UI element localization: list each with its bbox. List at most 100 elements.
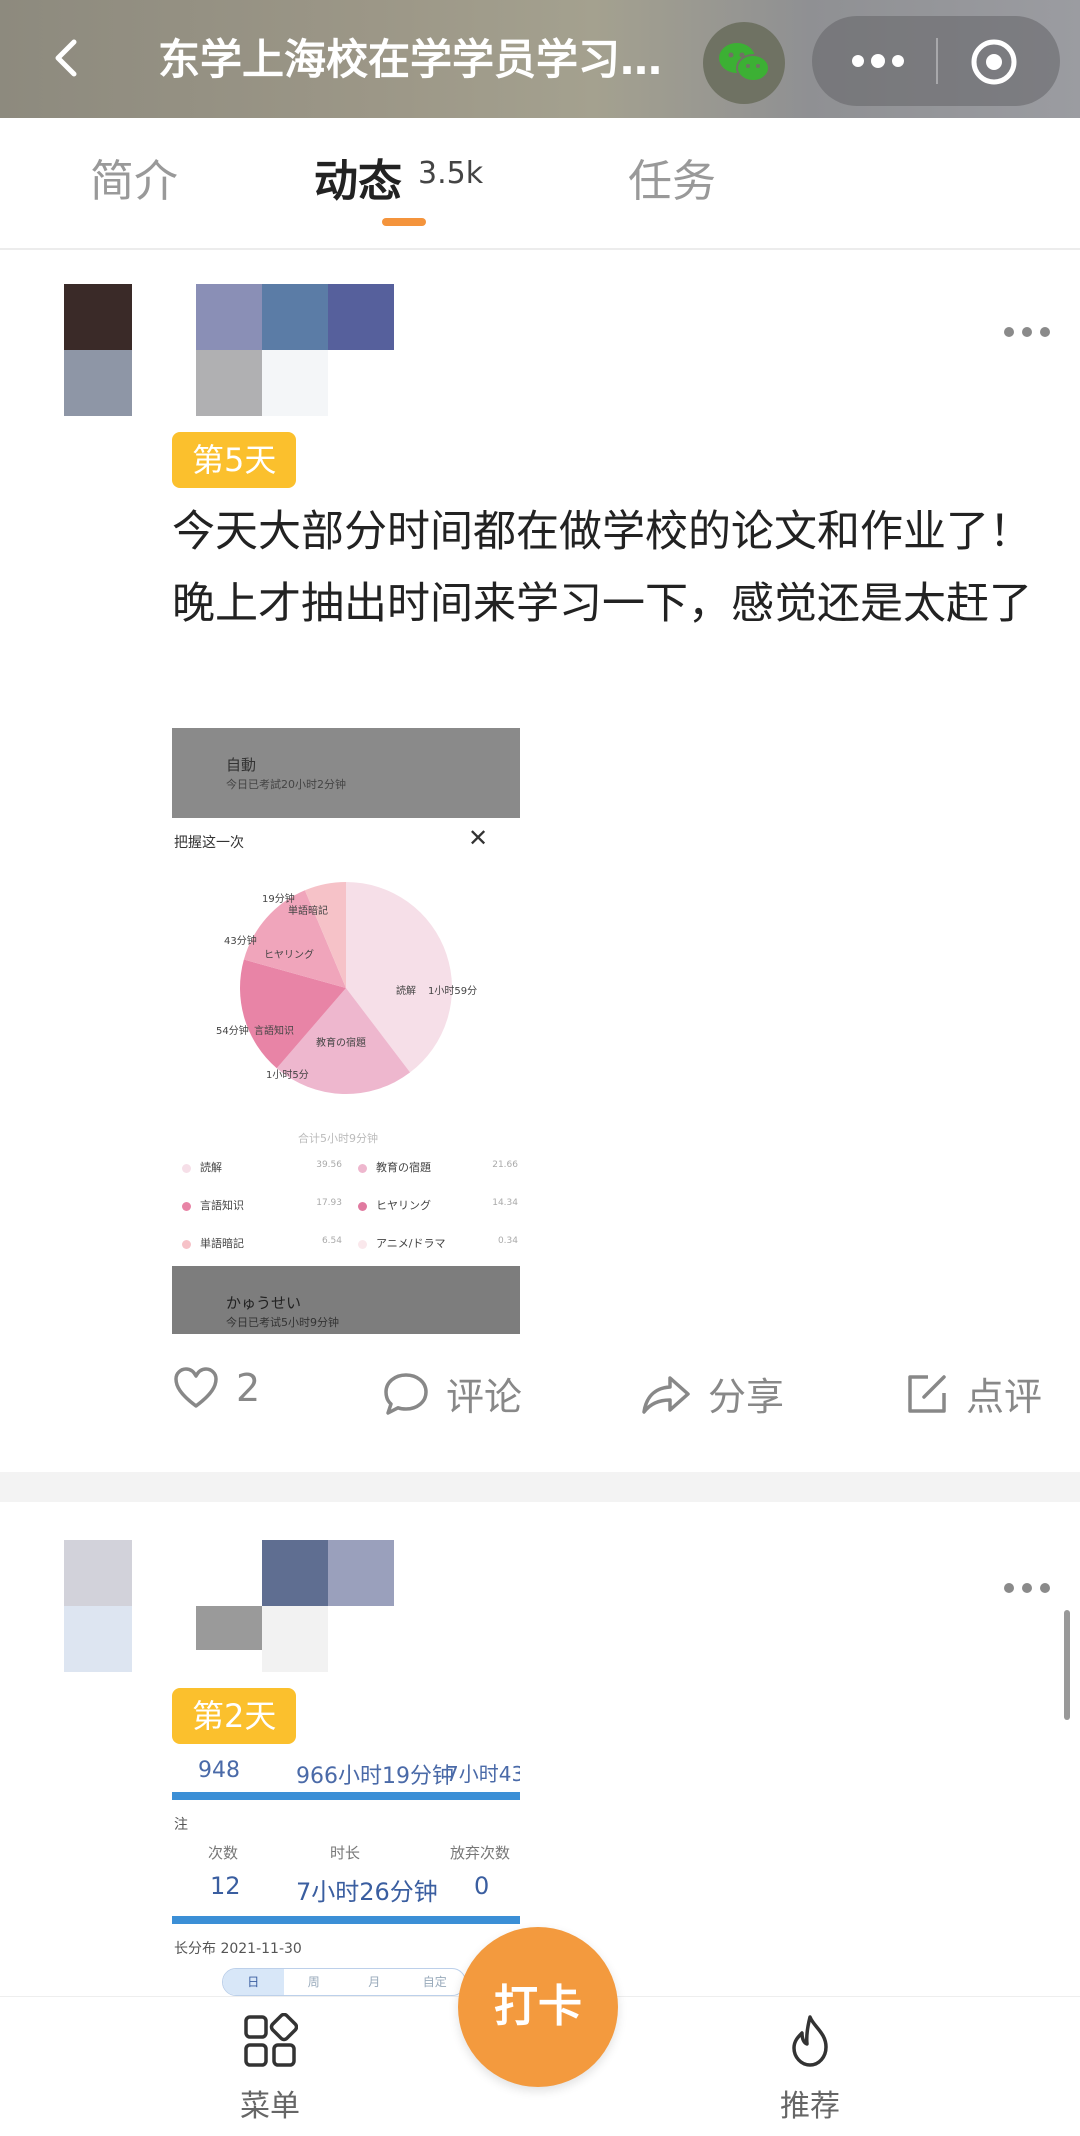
nav-recommend-label: 推荐: [780, 2089, 840, 2124]
share-button[interactable]: 分享: [640, 1366, 784, 1421]
nav-menu[interactable]: 菜单: [200, 2012, 340, 2125]
menu-grid-icon: [244, 2012, 299, 2067]
pie-annotation: 54分钟: [216, 1024, 249, 1037]
target-icon: [971, 39, 1017, 85]
image-header-2: 时长: [330, 1844, 361, 1862]
image-header-3: 放弃次数: [450, 1844, 511, 1862]
legend-dot: [358, 1164, 367, 1173]
legend-name: 読解: [200, 1161, 222, 1174]
wechat-icon: [719, 43, 770, 82]
legend-value: 39.56: [316, 1160, 342, 1170]
legend-value: 0.34: [497, 1236, 518, 1246]
scrollbar[interactable]: [1064, 1610, 1070, 1720]
dot-icon: [1022, 327, 1032, 337]
app-page: 东学上海校在学学员学习… 简介 动态 3.5k 任务 第5天 今天大部分时间都在…: [0, 0, 1080, 2136]
post-more-button[interactable]: [1004, 1578, 1060, 1598]
more-button[interactable]: [848, 45, 908, 77]
image-seg-month: 月: [368, 1975, 381, 1989]
pie-annotation: 単語暗記: [288, 904, 328, 917]
checkin-button[interactable]: 打卡: [458, 1927, 618, 2087]
dot-icon: [1040, 327, 1050, 337]
share-label: 分享: [708, 1375, 785, 1419]
nav-recommend[interactable]: 推荐: [740, 2013, 880, 2125]
dot-icon: [1040, 1583, 1050, 1593]
post-separator: [0, 1472, 1080, 1502]
page-title: 东学上海校在学学员学习…: [158, 35, 663, 84]
pie-annotation: 19分钟: [262, 892, 295, 905]
wechat-button[interactable]: [703, 22, 785, 104]
post-image[interactable]: 自動 今日已考試20小时2分钟 把握这一次 ✕ 19分钟 単語暗記 43分钟 ヒヤリン…: [172, 728, 520, 1334]
image-seg-custom: 自定: [422, 1975, 447, 1989]
username-redacted: [196, 284, 396, 416]
chevron-left-icon: [55, 39, 77, 77]
image-value-1: 12: [210, 1872, 241, 1900]
legend-value: 14.34: [492, 1198, 518, 1208]
like-button[interactable]: 2: [172, 1366, 260, 1410]
pie-annotation: 読解: [396, 984, 416, 997]
image-segmented-control: 日 周 月 自定: [222, 1968, 466, 1996]
image-top-label: 自動: [226, 756, 257, 774]
pie-annotation: 1小时5分: [266, 1069, 309, 1081]
post: 第2天 948 966小时19分钟 7小时43分 注 次数 时长 放弃次数 12…: [0, 1502, 1080, 1996]
post-more-button[interactable]: [1004, 322, 1060, 342]
image-top-sub: 今日已考試20小时2分钟: [226, 778, 346, 791]
legend-item: ヒヤリング 14.34: [358, 1192, 520, 1222]
capsule-divider: [936, 38, 938, 84]
image-stat-3: 7小时43分: [446, 1762, 520, 1786]
image-top-overlay: 自動 今日已考試20小时2分钟: [172, 728, 520, 818]
image-seg-day: 日: [223, 1969, 284, 1995]
legend-dot: [358, 1202, 367, 1211]
close-mini-program-button[interactable]: [968, 36, 1020, 88]
pie-annotation: 43分钟: [224, 934, 257, 947]
tab-activity[interactable]: 动态: [314, 154, 402, 210]
legend-name: アニメ/ドラマ: [376, 1237, 446, 1250]
legend-item: 読解 39.56: [182, 1154, 348, 1184]
tab-intro[interactable]: 简介: [90, 154, 178, 210]
image-close-icon: ✕: [468, 824, 489, 852]
back-button[interactable]: [40, 30, 96, 86]
like-count: 2: [236, 1366, 261, 1410]
legend-item: 単語暗記 6.54: [182, 1230, 348, 1260]
legend-dot: [182, 1202, 191, 1211]
legend-item: 言語知识 17.93: [182, 1192, 348, 1222]
comment-icon: [384, 1372, 428, 1415]
tab-tasks[interactable]: 任务: [628, 154, 716, 210]
legend-dot: [358, 1240, 367, 1249]
legend-name: 単語暗記: [200, 1237, 244, 1250]
image-legend: 読解 39.56 教育の宿題 21.66 言語知识 17.93 ヒヤリング 14.34 単語暗記…: [172, 1154, 520, 1266]
dot-icon: [1004, 1583, 1014, 1593]
image-bottom-label: かゅうせい: [226, 1294, 302, 1312]
image-value-3: 0: [474, 1872, 490, 1900]
tab-activity-count: 3.5k: [418, 156, 484, 191]
legend-item: アニメ/ドラマ 0.34: [358, 1230, 520, 1260]
post-image[interactable]: 948 966小时19分钟 7小时43分 注 次数 时长 放弃次数 12 7小时…: [172, 1758, 520, 1996]
image-header-1: 次数: [208, 1844, 239, 1862]
avatar[interactable]: [64, 1540, 132, 1672]
mini-program-capsule: [812, 16, 1060, 106]
title-bar: 东学上海校在学学员学习…: [0, 0, 1080, 118]
pie-chart: 19分钟単語暗記 43分钟ヒヤリング読解 1小时59分 54分钟 言語知识教育の宿題 1小…: [216, 882, 477, 1094]
pie-annotation: 言語知识: [254, 1024, 294, 1037]
legend-value: 21.66: [492, 1160, 518, 1170]
pie-annotation: ヒヤリング: [264, 948, 314, 961]
tab-bar: 简介 动态 3.5k 任务: [0, 118, 1080, 250]
tab-active-indicator: [382, 218, 426, 226]
post-text: 今天大部分时间都在做学校的论文和作业了！晚上才抽出时间来学习一下，感觉还是太赶了: [172, 507, 1032, 629]
legend-name: 言語知识: [200, 1199, 244, 1212]
image-stat-2: 966小时19分钟: [296, 1764, 454, 1789]
flame-icon: [792, 2015, 828, 2067]
review-button[interactable]: 点评: [904, 1366, 1042, 1421]
legend-dot: [182, 1164, 191, 1173]
image-dist-label: 长分布 2021-11-30: [174, 1941, 302, 1957]
image-stat-1: 948: [198, 1758, 240, 1783]
comment-button[interactable]: 评论: [382, 1366, 522, 1421]
legend-name: 教育の宿題: [376, 1161, 431, 1174]
image-bottom-sub: 今日已考试5小时9分钟: [226, 1316, 339, 1329]
share-icon: [642, 1375, 690, 1414]
image-seg-week: 周: [307, 1975, 320, 1989]
day-badge: 第5天: [172, 432, 297, 488]
pie-annotation: 教育の宿題: [316, 1036, 366, 1049]
avatar[interactable]: [64, 284, 132, 416]
comment-label: 评论: [446, 1375, 523, 1419]
legend-item: 教育の宿題 21.66: [358, 1154, 520, 1184]
